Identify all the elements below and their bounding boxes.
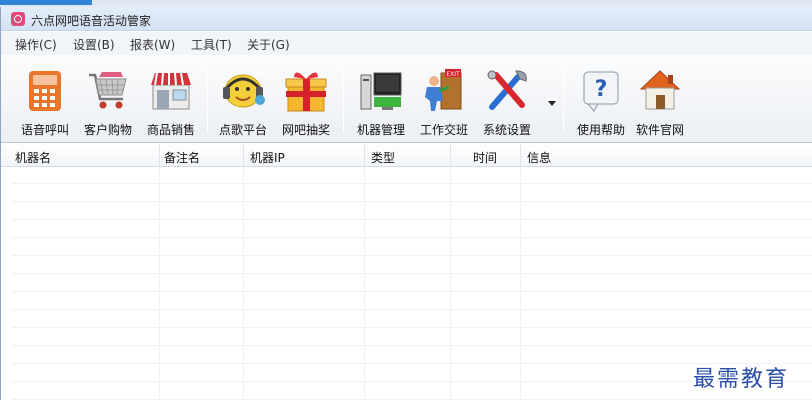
official-site-button[interactable]: 软件官网 — [629, 59, 691, 139]
voice-call-label: 语音呼叫 — [20, 123, 69, 137]
toolbar-separator — [563, 67, 564, 133]
watermark-text: 最需教育 — [693, 367, 790, 392]
voice-call-button[interactable]: 语音呼叫 — [14, 59, 76, 139]
table-row[interactable] — [11, 203, 812, 220]
home-icon — [639, 70, 681, 110]
table-header: 机器名 备注名 机器IP 类型 时间 信息 — [1, 144, 812, 167]
svg-text:EXIT: EXIT — [446, 71, 460, 78]
official-site-label: 软件官网 — [635, 123, 684, 137]
customer-shopping-button[interactable]: 客户购物 — [77, 59, 139, 139]
column-divider[interactable] — [520, 144, 521, 167]
title-bar: 六点网吧语音活动管家 — [1, 7, 812, 31]
table-row[interactable] — [11, 167, 812, 184]
song-request-label: 点歌平台 — [218, 123, 267, 137]
help-button[interactable]: ? 使用帮助 — [570, 59, 632, 139]
menu-settings[interactable]: 设置(B) — [73, 36, 115, 53]
table-row[interactable] — [11, 311, 812, 328]
menu-bar: 操作(C) 设置(B) 报表(W) 工具(T) 关于(G) — [1, 32, 812, 55]
exit-door-icon: EXIT — [425, 69, 462, 111]
toolbar-separator — [207, 67, 208, 133]
table-row[interactable] — [11, 221, 812, 238]
menu-operate[interactable]: 操作(C) — [15, 36, 57, 53]
toolbar: 语音呼叫 客户购物 商品销售 点歌平台 网吧抽奖 机器管理 EXIT 工作交班 … — [1, 55, 812, 143]
customer-shopping-label: 客户购物 — [83, 123, 132, 137]
menu-reports[interactable]: 报表(W) — [130, 36, 175, 53]
column-divider[interactable] — [159, 144, 160, 167]
table-body[interactable] — [11, 167, 812, 400]
shift-handover-label: 工作交班 — [419, 123, 468, 137]
column-header-machine-name[interactable]: 机器名 — [15, 149, 51, 166]
menu-tools[interactable]: 工具(T) — [191, 36, 232, 53]
song-request-button[interactable]: 点歌平台 — [212, 59, 274, 139]
column-divider[interactable] — [364, 144, 365, 167]
table-row[interactable] — [11, 275, 812, 292]
product-sales-button[interactable]: 商品销售 — [140, 59, 202, 139]
lottery-button[interactable]: 网吧抽奖 — [275, 59, 337, 139]
lottery-label: 网吧抽奖 — [281, 123, 330, 137]
table-row[interactable] — [11, 239, 812, 256]
table-row[interactable] — [11, 347, 812, 364]
help-label: 使用帮助 — [576, 123, 625, 137]
table-row[interactable] — [11, 257, 812, 274]
table-row[interactable] — [11, 293, 812, 310]
column-header-remark[interactable]: 备注名 — [164, 149, 200, 166]
column-divider[interactable] — [450, 144, 451, 167]
gift-icon — [285, 72, 327, 112]
tools-icon — [487, 70, 527, 110]
column-header-time[interactable]: 时间 — [473, 149, 497, 166]
app-window: 六点网吧语音活动管家 操作(C) 设置(B) 报表(W) 工具(T) 关于(G)… — [0, 7, 812, 400]
headset-icon — [223, 74, 265, 108]
column-header-type[interactable]: 类型 — [371, 149, 395, 166]
table-row[interactable] — [11, 383, 812, 400]
computer-icon — [360, 72, 402, 110]
system-settings-button[interactable]: 系统设置 — [476, 59, 538, 139]
machine-management-label: 机器管理 — [356, 123, 405, 137]
svg-text:?: ? — [595, 77, 608, 102]
phone-icon — [29, 71, 61, 111]
help-icon: ? — [583, 71, 619, 112]
active-tab-indicator — [0, 0, 92, 5]
menu-about[interactable]: 关于(G) — [247, 36, 290, 53]
shift-handover-button[interactable]: EXIT 工作交班 — [413, 59, 475, 139]
system-settings-label: 系统设置 — [482, 123, 531, 137]
product-sales-label: 商品销售 — [146, 123, 195, 137]
table-row[interactable] — [11, 185, 812, 202]
column-header-machine-ip[interactable]: 机器IP — [250, 149, 285, 166]
shopping-cart-icon — [89, 72, 127, 109]
table-row[interactable] — [11, 365, 812, 382]
app-logo-icon — [11, 12, 25, 26]
column-header-info[interactable]: 信息 — [527, 149, 551, 166]
machine-table: 机器名 备注名 机器IP 类型 时间 信息 — [1, 144, 812, 400]
machine-management-button[interactable]: 机器管理 — [350, 59, 412, 139]
chevron-down-icon[interactable] — [548, 101, 556, 106]
window-title: 六点网吧语音活动管家 — [31, 14, 152, 28]
top-strip — [0, 0, 812, 7]
toolbar-separator — [343, 67, 344, 133]
store-icon — [151, 72, 191, 110]
table-row[interactable] — [11, 329, 812, 346]
column-divider[interactable] — [243, 144, 244, 167]
